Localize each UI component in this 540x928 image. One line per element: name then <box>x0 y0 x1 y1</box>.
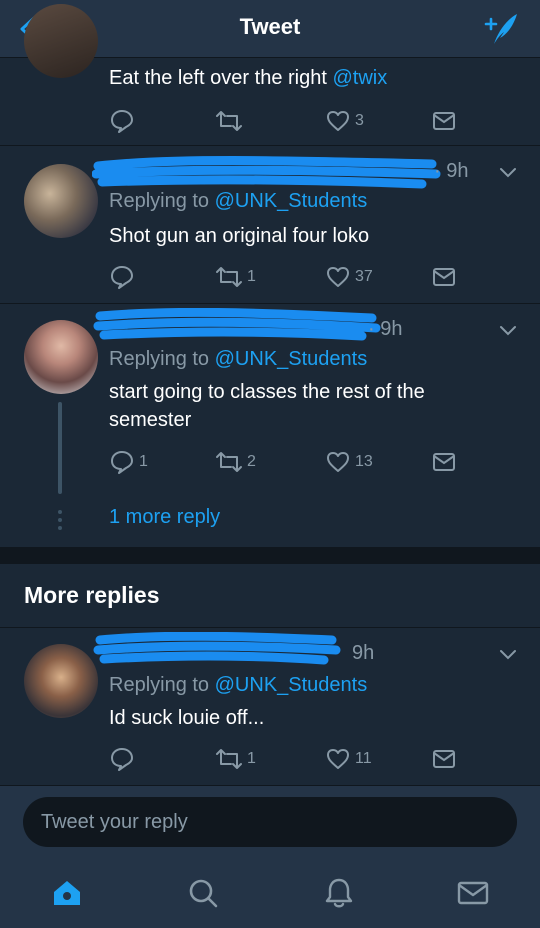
tweet-text: Eat the left over the right @twix <box>109 67 388 89</box>
thread-dots <box>57 510 63 534</box>
tweet-actions: 1 2 13 <box>109 449 469 475</box>
share-button[interactable] <box>431 449 457 475</box>
like-button[interactable]: 3 <box>325 108 364 134</box>
mention-link[interactable]: @UNK_Students <box>215 348 368 370</box>
reply-button[interactable]: 1 <box>109 449 148 475</box>
redaction-scribble <box>93 632 341 665</box>
mention-link[interactable]: @twix <box>332 67 387 89</box>
bottom-tab-bar <box>0 858 540 928</box>
heart-icon <box>327 452 349 472</box>
like-count: 11 <box>355 750 372 767</box>
chevron-down-icon[interactable] <box>498 324 518 338</box>
share-button[interactable] <box>431 746 457 772</box>
compose-tweet-icon[interactable] <box>480 10 520 48</box>
replying-to: Replying to @UNK_Students <box>109 674 368 696</box>
replying-to: Replying to @UNK_Students <box>109 190 368 212</box>
reply-count: 1 <box>139 453 148 470</box>
tweet-item[interactable]: Eat the left over the right @twix 3 <box>0 4 540 146</box>
reply-input[interactable]: Tweet your reply <box>23 797 517 847</box>
envelope-icon <box>433 112 455 130</box>
avatar[interactable] <box>24 4 98 78</box>
reply-placeholder: Tweet your reply <box>41 811 188 833</box>
retweet-count: 1 <box>247 750 256 767</box>
retweet-icon <box>216 267 242 287</box>
avatar[interactable] <box>24 164 98 238</box>
chevron-down-icon[interactable] <box>498 648 518 662</box>
like-button[interactable]: 11 <box>325 746 372 772</box>
chevron-down-icon[interactable] <box>498 166 518 180</box>
tweet-item[interactable]: 9h Replying to @UNK_Students Id suck lou… <box>0 628 540 786</box>
section-divider <box>0 548 540 564</box>
tweet-item[interactable]: · 9h Replying to @UNK_Students start goi… <box>0 304 540 548</box>
reply-button[interactable] <box>109 108 139 134</box>
tweet-actions: 1 11 <box>109 746 469 772</box>
reply-icon <box>111 266 133 289</box>
retweet-count: 2 <box>247 453 256 470</box>
tweet-actions: 3 <box>109 108 469 134</box>
messages-icon[interactable] <box>456 876 490 910</box>
avatar[interactable] <box>24 644 98 718</box>
reply-icon <box>111 110 133 133</box>
mention-link[interactable]: @UNK_Students <box>215 190 368 212</box>
retweet-icon <box>216 452 242 472</box>
envelope-icon <box>433 268 455 286</box>
retweet-button[interactable] <box>215 108 247 134</box>
more-replies-link[interactable]: 1 more reply <box>109 506 220 529</box>
more-replies-header: More replies <box>0 564 540 628</box>
replying-to: Replying to @UNK_Students <box>109 348 368 370</box>
tweet-text: Shot gun an original four loko <box>109 225 370 247</box>
envelope-icon <box>433 453 455 471</box>
retweet-count: 1 <box>247 268 256 285</box>
retweet-icon <box>216 111 242 131</box>
retweet-button[interactable]: 1 <box>215 264 256 290</box>
tweet-time: · 9h <box>368 318 403 340</box>
like-button[interactable]: 13 <box>325 449 373 475</box>
envelope-icon <box>433 750 455 768</box>
tweet-time: 9h <box>352 642 375 664</box>
tweet-time: · 9h <box>434 160 469 182</box>
reply-composer: Tweet your reply <box>0 786 540 858</box>
share-button[interactable] <box>431 108 457 134</box>
retweet-button[interactable]: 2 <box>215 449 256 475</box>
redaction-scribble <box>93 308 381 341</box>
like-count: 13 <box>355 453 373 470</box>
reply-icon <box>111 451 133 474</box>
like-count: 3 <box>355 112 364 129</box>
section-title: More replies <box>24 582 160 608</box>
heart-icon <box>327 111 349 131</box>
tweet-text: Id suck louie off... <box>109 707 265 729</box>
tweet-actions: 1 37 <box>109 264 469 290</box>
reply-button[interactable] <box>109 746 139 772</box>
heart-icon <box>327 267 349 287</box>
home-icon[interactable] <box>50 876 84 910</box>
mention-link[interactable]: @UNK_Students <box>215 674 368 696</box>
tweet-item[interactable]: · 9h Replying to @UNK_Students Shot gun … <box>0 146 540 304</box>
notifications-icon[interactable] <box>322 876 356 910</box>
like-count: 37 <box>355 268 373 285</box>
share-button[interactable] <box>431 264 457 290</box>
tweet-text: start going to classes the rest of the s… <box>109 381 425 431</box>
search-icon[interactable] <box>186 876 220 910</box>
avatar[interactable] <box>24 320 98 394</box>
reply-icon <box>111 748 133 771</box>
thread-line <box>58 402 62 494</box>
like-button[interactable]: 37 <box>325 264 373 290</box>
heart-icon <box>327 749 349 769</box>
retweet-button[interactable]: 1 <box>215 746 256 772</box>
retweet-icon <box>216 749 242 769</box>
redaction-scribble <box>92 156 441 189</box>
reply-button[interactable] <box>109 264 139 290</box>
